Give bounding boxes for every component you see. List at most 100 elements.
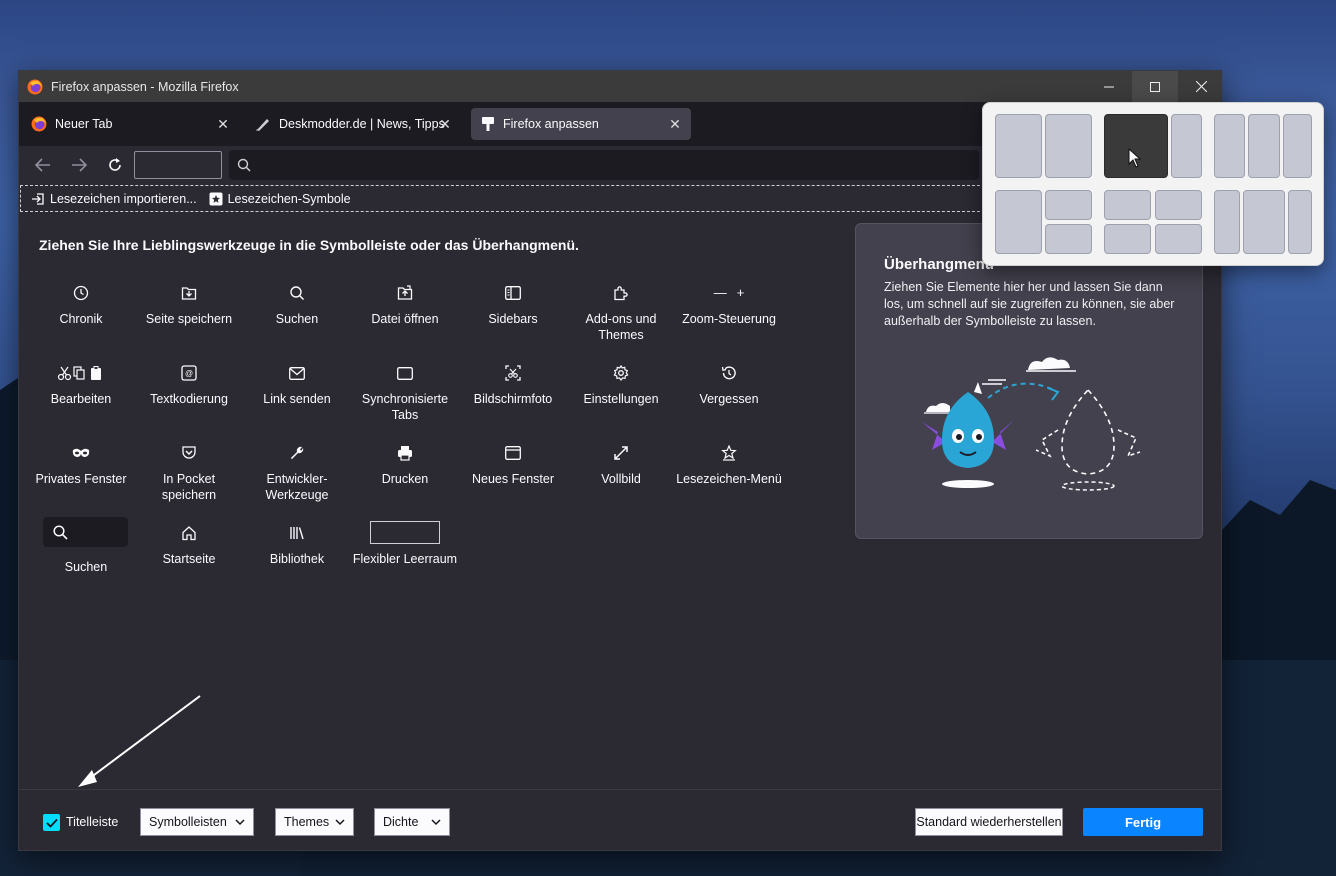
snap-zone[interactable] xyxy=(1155,190,1202,220)
reload-button[interactable] xyxy=(103,154,127,176)
palette-item-synced-tabs[interactable]: Synchronisierte Tabs xyxy=(351,363,459,423)
overflow-menu-panel[interactable]: Überhangmenü Ziehen Sie Elemente hier he… xyxy=(855,223,1203,539)
snap-zone[interactable] xyxy=(1045,224,1092,254)
zoom-out-icon: — xyxy=(713,285,727,300)
palette-item-edit[interactable]: Bearbeiten xyxy=(27,363,135,407)
new-window-icon xyxy=(505,446,521,460)
snap-zone[interactable] xyxy=(1104,190,1151,220)
close-window-button[interactable] xyxy=(1178,71,1224,102)
back-button[interactable] xyxy=(31,154,55,176)
restore-defaults-button[interactable]: Standard wiederherstellen xyxy=(915,808,1063,836)
snap-zone[interactable] xyxy=(1171,114,1202,178)
palette-item-zoom[interactable]: — + Zoom-Steuerung xyxy=(675,283,783,327)
palette-item-label: Bildschirmfoto xyxy=(473,392,553,406)
palette-item-library[interactable]: Bibliothek xyxy=(243,523,351,567)
density-dropdown[interactable]: Dichte xyxy=(374,808,450,836)
done-button[interactable]: Fertig xyxy=(1083,808,1203,836)
palette-item-new-window[interactable]: Neues Fenster xyxy=(459,443,567,487)
palette-item-sidebars[interactable]: Sidebars xyxy=(459,283,567,327)
minimize-button[interactable] xyxy=(1086,71,1132,102)
close-tab-icon[interactable]: ✕ xyxy=(437,116,453,132)
palette-item-label: In Pocket speichern xyxy=(161,472,217,502)
puzzle-icon xyxy=(614,286,628,301)
palette-item-open-file[interactable]: Datei öffnen xyxy=(351,283,459,327)
palette-item-label: Synchronisierte Tabs xyxy=(361,392,449,422)
sidebar-icon xyxy=(505,286,521,300)
toolbar-flexible-space[interactable] xyxy=(134,151,222,179)
palette-item-text-encoding[interactable]: @ Textkodierung xyxy=(135,363,243,407)
snap-zone[interactable] xyxy=(1214,114,1245,178)
palette-item-label: Lesezeichen-Menü xyxy=(676,472,782,486)
text-encoding-icon: @ xyxy=(181,365,197,381)
palette-item-settings[interactable]: Einstellungen xyxy=(567,363,675,407)
palette-item-print[interactable]: Drucken xyxy=(351,443,459,487)
snap-zone[interactable] xyxy=(1045,190,1092,220)
palette-item-fullscreen[interactable]: Vollbild xyxy=(567,443,675,487)
tab-title: Deskmodder.de | News, Tipps u xyxy=(279,117,445,131)
arrow-right-icon xyxy=(72,158,87,172)
snap-layouts-flyout xyxy=(982,102,1324,266)
palette-item-addons[interactable]: Add-ons und Themes xyxy=(567,283,675,343)
url-bar[interactable] xyxy=(229,150,979,180)
snap-zone[interactable] xyxy=(1283,114,1312,178)
palette-item-label: Seite speichern xyxy=(145,312,233,326)
palette-item-label: Zoom-Steuerung xyxy=(682,312,776,326)
close-tab-icon[interactable]: ✕ xyxy=(667,116,683,132)
palette-item-label: Sidebars xyxy=(488,312,538,326)
import-bookmarks-button[interactable]: Lesezeichen importieren... xyxy=(31,192,197,206)
fullscreen-icon xyxy=(614,446,628,460)
palette-item-label: Bearbeiten xyxy=(50,392,112,406)
flexible-space-label: Flexibler Leerraum xyxy=(352,552,458,566)
flexible-space-icon[interactable] xyxy=(370,521,440,544)
snap-zone[interactable] xyxy=(1214,190,1240,254)
snap-zone[interactable] xyxy=(1243,190,1285,254)
palette-item-search[interactable]: Suchen xyxy=(243,283,351,327)
tab-customize[interactable]: Firefox anpassen ✕ xyxy=(471,108,691,140)
arrow-left-icon xyxy=(35,158,50,172)
close-tab-icon[interactable]: ✕ xyxy=(215,116,231,132)
overflow-title: Überhangmenü xyxy=(884,256,995,273)
palette-item-pocket[interactable]: In Pocket speichern xyxy=(135,443,243,503)
private-mask-icon xyxy=(72,448,90,457)
save-page-icon xyxy=(181,287,197,300)
forward-button[interactable] xyxy=(67,154,91,176)
mail-icon xyxy=(289,366,305,380)
mouse-cursor-icon xyxy=(1128,148,1142,168)
close-icon xyxy=(1195,81,1207,92)
bookmarks-symbols-button[interactable]: Lesezeichen-Symbole xyxy=(209,192,351,206)
toolbars-dropdown[interactable]: Symbolleisten xyxy=(140,808,254,836)
palette-item-label: Datei öffnen xyxy=(371,312,439,326)
palette-item-home[interactable]: Startseite xyxy=(135,523,243,567)
search-widget-label: Suchen xyxy=(64,560,108,574)
snap-zone[interactable] xyxy=(1288,190,1312,254)
palette-item-private-window[interactable]: Privates Fenster xyxy=(27,443,135,487)
snap-zone[interactable] xyxy=(1045,114,1092,178)
palette-item-email-link[interactable]: Link senden xyxy=(243,363,351,407)
themes-dropdown[interactable]: Themes xyxy=(275,808,354,836)
tab-new-tab[interactable]: Neuer Tab ✕ xyxy=(21,108,239,140)
palette-item-history[interactable]: Chronik xyxy=(27,283,135,327)
palette-item-forget[interactable]: Vergessen xyxy=(675,363,783,407)
palette-item-label: Add-ons und Themes xyxy=(585,312,657,342)
svg-text:@: @ xyxy=(185,369,193,378)
snap-zone[interactable] xyxy=(1104,224,1151,254)
palette-item-bookmarks-menu[interactable]: Lesezeichen-Menü xyxy=(675,443,783,487)
snap-zone-hovered[interactable] xyxy=(1104,114,1168,178)
titlebar-checkbox[interactable] xyxy=(43,814,60,831)
palette-item-devtools[interactable]: Entwickler-Werkzeuge xyxy=(243,443,351,503)
tab-deskmodder[interactable]: Deskmodder.de | News, Tipps u ✕ xyxy=(245,108,461,140)
snap-zone[interactable] xyxy=(1155,224,1202,254)
maximize-button[interactable] xyxy=(1132,71,1178,102)
library-icon xyxy=(290,527,304,540)
snap-zone[interactable] xyxy=(1248,114,1280,178)
minimize-icon xyxy=(1104,86,1114,87)
search-widget[interactable] xyxy=(43,517,128,547)
pocket-icon xyxy=(182,446,196,459)
tab-title: Firefox anpassen xyxy=(503,117,599,131)
palette-item-save-page[interactable]: Seite speichern xyxy=(135,283,243,327)
palette-item-screenshot[interactable]: Bildschirmfoto xyxy=(459,363,567,407)
snap-zone[interactable] xyxy=(995,114,1042,178)
snap-zone[interactable] xyxy=(995,190,1042,254)
bookmarks-symbols-label: Lesezeichen-Symbole xyxy=(227,191,351,206)
pen-favicon-icon xyxy=(256,119,269,131)
